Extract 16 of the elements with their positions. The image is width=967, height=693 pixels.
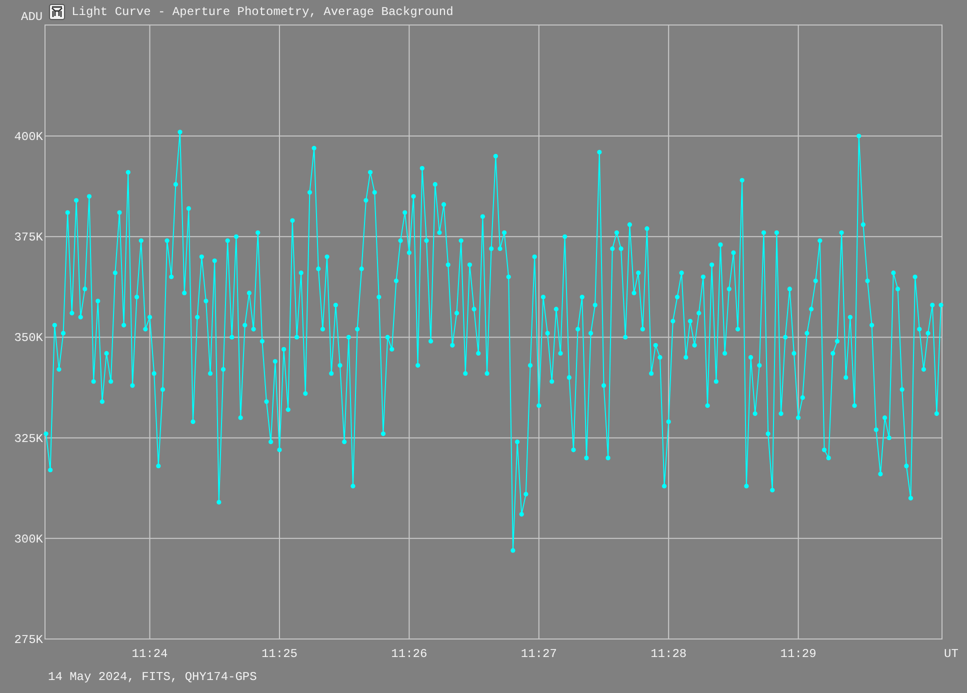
axis-label: 11:28	[650, 647, 687, 661]
axis-label: 400K	[14, 130, 43, 144]
axis-label: 375K	[14, 230, 43, 245]
window-title: Light Curve - Aperture Photometry, Average Background	[72, 5, 454, 19]
axis-title: ADU	[21, 10, 43, 24]
axis-label: 300K	[14, 532, 43, 546]
axis-label: 11:25	[261, 647, 298, 661]
axis-label: 11:26	[391, 647, 428, 661]
axis-label: 275K	[14, 633, 43, 647]
axis-label: 11:27	[520, 647, 557, 661]
status-text: 14 May 2024, FITS, QHY174-GPS	[48, 670, 257, 684]
axis-title: UT	[944, 647, 958, 661]
axis-label: 11:24	[132, 647, 168, 661]
axis-label: 11:29	[780, 647, 816, 661]
axis-label: 350K	[14, 331, 43, 346]
axis-label: 325K	[14, 432, 43, 446]
